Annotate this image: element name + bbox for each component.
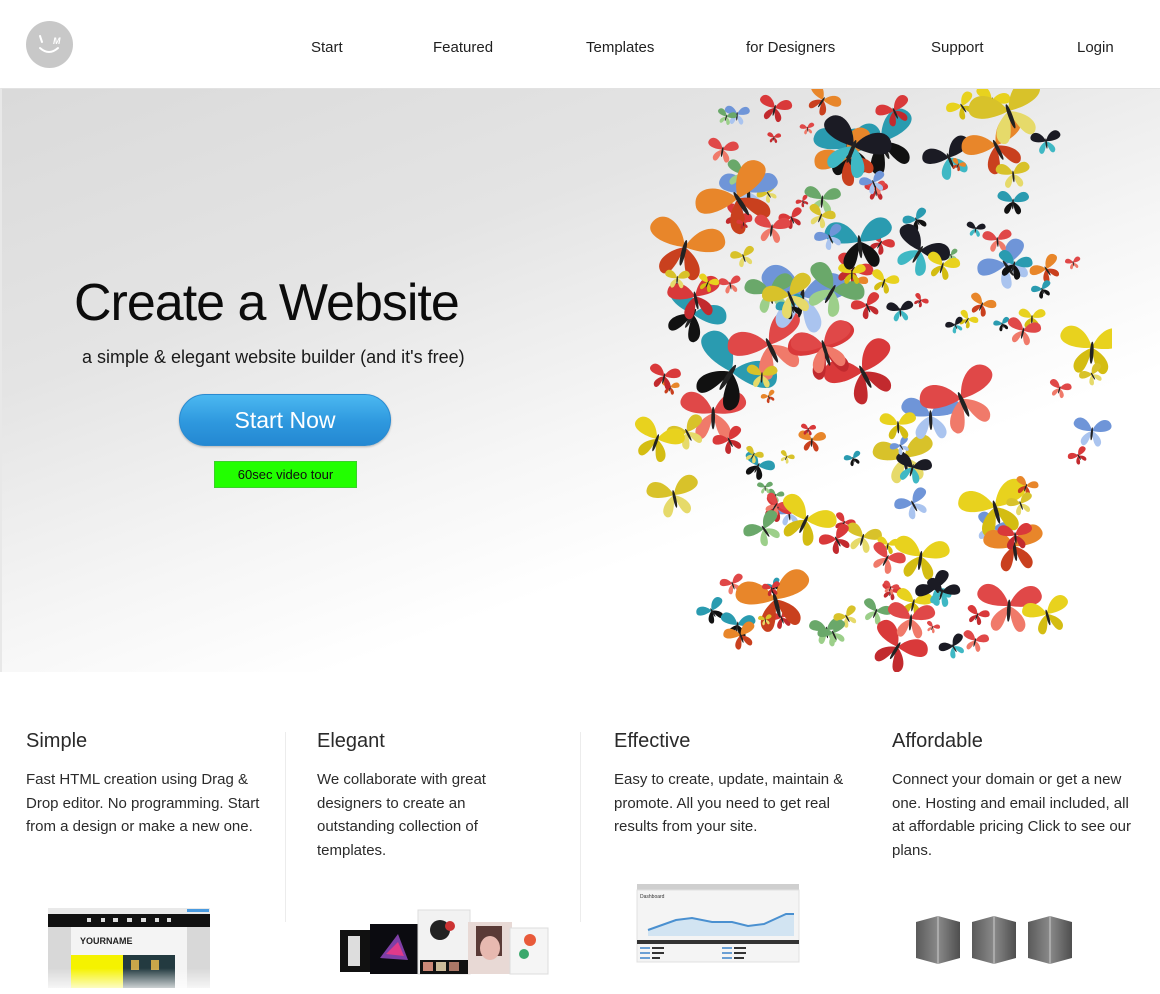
butterfly-icon bbox=[1060, 325, 1112, 375]
nav-featured[interactable]: Featured bbox=[433, 39, 493, 56]
butterfly-icon bbox=[754, 214, 791, 243]
butterfly-icon bbox=[634, 416, 685, 462]
hero-title: Create a Website bbox=[74, 274, 460, 332]
butterfly-icon bbox=[967, 605, 990, 625]
butterfly-icon bbox=[843, 450, 861, 467]
feature-title: Simple bbox=[26, 730, 88, 752]
nav-support[interactable]: Support bbox=[931, 39, 984, 56]
butterfly-icon bbox=[926, 620, 941, 634]
butterfly-icon bbox=[971, 292, 997, 317]
butterfly-icon bbox=[886, 300, 914, 322]
svg-text:M: M bbox=[53, 36, 61, 46]
butterfly-icon bbox=[995, 161, 1030, 188]
butterfly-icon bbox=[1067, 446, 1087, 465]
feature-text: Fast HTML creation using Drag & Drop edi… bbox=[26, 771, 260, 835]
nav-templates[interactable]: Templates bbox=[586, 39, 654, 56]
feature-text: Connect your domain or get a new one. Ho… bbox=[892, 771, 1132, 859]
butterfly-icon bbox=[730, 245, 754, 268]
hero-banner: Create a Website a simple & elegant webs… bbox=[0, 88, 1160, 672]
butterfly-icon bbox=[718, 275, 741, 294]
butterfly-icon bbox=[767, 132, 782, 144]
server-icon bbox=[972, 916, 1016, 964]
server-icon bbox=[916, 916, 960, 964]
column-divider bbox=[285, 732, 286, 922]
hero-subtitle: a simple & elegant website builder (and … bbox=[82, 347, 465, 367]
butterfly-icon bbox=[875, 95, 908, 127]
video-tour-button[interactable]: 60sec video tour bbox=[214, 461, 357, 488]
butterfly-icon bbox=[646, 474, 698, 518]
butterfly-icon bbox=[945, 316, 963, 334]
features-section: Simple Fast HTML creation using Drag & D… bbox=[0, 672, 1160, 994]
editor-screenshot-thumbnail[interactable]: YOURNAME bbox=[47, 908, 211, 994]
start-now-button[interactable]: Start Now bbox=[179, 394, 391, 446]
butterfly-icon bbox=[799, 122, 815, 135]
butterfly-icon bbox=[963, 630, 990, 652]
nav-start[interactable]: Start bbox=[311, 39, 343, 56]
feature-text: We collaborate with great designers to c… bbox=[317, 771, 486, 859]
butterfly-icon bbox=[894, 487, 927, 520]
template-collection-thumbnail[interactable] bbox=[338, 908, 550, 978]
butterfly-icon bbox=[983, 524, 1043, 572]
butterfly-icon bbox=[804, 186, 841, 214]
servers-thumbnail[interactable] bbox=[912, 914, 1082, 970]
butterfly-icon bbox=[783, 493, 837, 546]
butterfly-icon bbox=[696, 596, 724, 624]
butterfly-icon bbox=[760, 389, 775, 404]
butterfly-icon bbox=[760, 94, 793, 123]
analytics-dashboard-thumbnail[interactable]: Dashboard bbox=[636, 884, 800, 968]
butterfly-icon bbox=[919, 364, 993, 434]
butterfly-icon bbox=[1031, 280, 1051, 299]
svg-text:Dashboard: Dashboard bbox=[640, 894, 665, 900]
butterfly-icon bbox=[879, 412, 916, 440]
column-divider bbox=[580, 732, 581, 922]
butterfly-icon bbox=[874, 619, 928, 672]
site-header: M Start Featured Templates for Designers… bbox=[0, 0, 1160, 88]
butterfly-icon bbox=[1049, 379, 1072, 399]
feature-title: Effective bbox=[614, 730, 691, 752]
butterfly-icon bbox=[780, 450, 795, 464]
butterfly-icon bbox=[1073, 417, 1112, 447]
butterfly-icon bbox=[746, 445, 764, 464]
butterfly-icon bbox=[914, 293, 929, 308]
butterfly-icon bbox=[1064, 256, 1081, 270]
butterflies-illustration bbox=[634, 89, 1112, 672]
nav-login[interactable]: Login bbox=[1077, 39, 1114, 56]
butterfly-icon bbox=[997, 190, 1029, 215]
feature-title: Affordable bbox=[892, 730, 983, 752]
server-icon bbox=[1028, 916, 1072, 964]
feature-title: Elegant bbox=[317, 730, 385, 752]
butterfly-icon bbox=[1030, 130, 1061, 154]
butterfly-icon bbox=[798, 430, 826, 452]
logo-smiley-icon[interactable]: M bbox=[26, 21, 73, 68]
nav-for-designers[interactable]: for Designers bbox=[746, 39, 835, 56]
feature-text: Easy to create, update, maintain & promo… bbox=[614, 771, 844, 835]
